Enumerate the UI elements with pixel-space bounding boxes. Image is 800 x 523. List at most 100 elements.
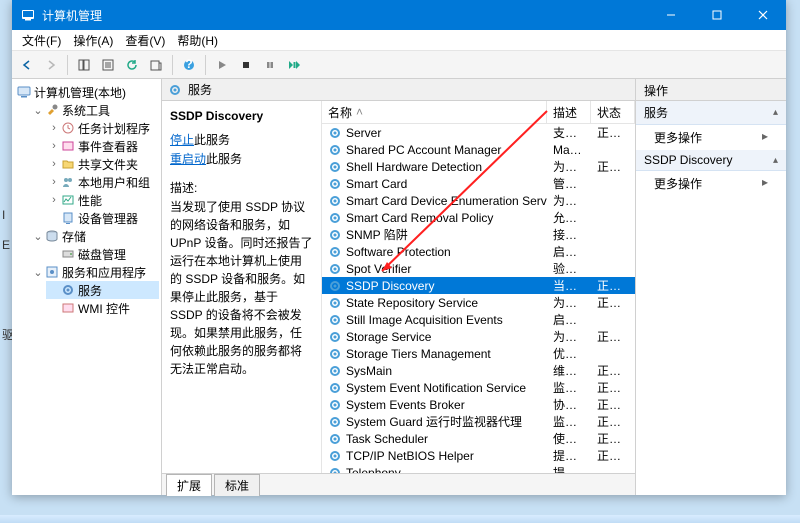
collapse-icon[interactable]: ⌄	[32, 266, 44, 279]
tree-disk-management[interactable]: 磁盘管理	[46, 245, 159, 263]
menu-help[interactable]: 帮助(H)	[171, 30, 224, 51]
service-row[interactable]: Software Protection启用...	[322, 243, 635, 260]
service-row[interactable]: Still Image Acquisition Events启动...	[322, 311, 635, 328]
service-detail-panel: SSDP Discovery 停止此服务 重启动此服务 描述: 当发现了使用 S…	[162, 101, 322, 473]
service-status-cell: 正在...	[591, 430, 635, 447]
stop-service-link[interactable]: 停止	[170, 133, 194, 147]
service-row[interactable]: SSDP Discovery当发...正在...	[322, 277, 635, 294]
tree-label: 性能	[78, 192, 102, 209]
refresh-button[interactable]	[121, 54, 143, 76]
service-row[interactable]: Server支持...正在...	[322, 124, 635, 141]
collapse-icon[interactable]: ⌄	[32, 230, 44, 243]
services-list[interactable]: Server支持...正在...Shared PC Account Manage…	[322, 124, 635, 473]
tree-storage[interactable]: ⌄存储	[30, 227, 159, 245]
menu-file[interactable]: 文件(F)	[16, 30, 67, 51]
tab-standard[interactable]: 标准	[214, 474, 260, 496]
service-name-label: State Repository Service	[346, 296, 478, 310]
actions-group-selected[interactable]: SSDP Discovery▴	[636, 150, 786, 171]
help-button[interactable]: ?	[178, 54, 200, 76]
service-row[interactable]: Smart Card Device Enumeration Service为给.…	[322, 192, 635, 209]
title-bar[interactable]: 计算机管理	[12, 0, 786, 30]
service-row[interactable]: System Event Notification Service监视...正在…	[322, 379, 635, 396]
start-service-button[interactable]	[211, 54, 233, 76]
actions-more-services[interactable]: 更多操作 ▸	[636, 125, 786, 150]
service-row[interactable]: Smart Card Removal Policy允许...	[322, 209, 635, 226]
expand-icon[interactable]: ›	[48, 194, 60, 206]
tree-root[interactable]: 计算机管理(本地)	[14, 83, 159, 101]
tree-services[interactable]: 服务	[46, 281, 159, 299]
tree-task-scheduler[interactable]: ›任务计划程序	[46, 119, 159, 137]
service-row[interactable]: SNMP 陷阱接收...	[322, 226, 635, 243]
restart-service-button[interactable]	[283, 54, 305, 76]
service-desc-cell: 为应...	[547, 294, 591, 311]
back-button[interactable]	[16, 54, 38, 76]
center-heading: 服务	[188, 81, 212, 98]
gear-icon	[328, 245, 342, 259]
service-row[interactable]: Shared PC Account ManagerMan...	[322, 141, 635, 158]
export-button[interactable]	[145, 54, 167, 76]
service-row[interactable]: State Repository Service为应...正在...	[322, 294, 635, 311]
gear-icon	[328, 313, 342, 327]
gear-icon	[328, 449, 342, 463]
expand-icon[interactable]: ›	[48, 158, 60, 170]
close-button[interactable]	[740, 0, 786, 30]
service-row[interactable]: Smart Card管理...	[322, 175, 635, 192]
tree-event-viewer[interactable]: ›事件查看器	[46, 137, 159, 155]
forward-button[interactable]	[40, 54, 62, 76]
taskbar-edge	[0, 515, 800, 523]
tree-services-apps[interactable]: ⌄服务和应用程序	[30, 263, 159, 281]
service-name-label: SSDP Discovery	[346, 279, 434, 293]
column-status[interactable]: 状态	[591, 101, 635, 123]
service-row[interactable]: Storage Tiers Management优化...	[322, 345, 635, 362]
menu-action[interactable]: 操作(A)	[67, 30, 119, 51]
service-row[interactable]: Task Scheduler使用...正在...	[322, 430, 635, 447]
tree-shared-folders[interactable]: ›共享文件夹	[46, 155, 159, 173]
service-row[interactable]: TCP/IP NetBIOS Helper提供...正在...	[322, 447, 635, 464]
gear-icon	[328, 296, 342, 310]
column-name[interactable]: 名称 ˄	[322, 101, 547, 123]
folder-icon	[60, 156, 76, 172]
gear-icon	[328, 398, 342, 412]
actions-more-selected[interactable]: 更多操作 ▸	[636, 171, 786, 196]
gear-icon	[60, 282, 76, 298]
collapse-icon[interactable]: ⌄	[32, 104, 44, 117]
service-row[interactable]: Spot Verifier验证...	[322, 260, 635, 277]
chevron-up-icon: ▴	[773, 107, 778, 118]
service-row[interactable]: SysMain维护...正在...	[322, 362, 635, 379]
expand-icon[interactable]: ›	[48, 140, 60, 152]
show-hide-tree-button[interactable]	[73, 54, 95, 76]
menu-view[interactable]: 查看(V)	[119, 30, 171, 51]
pause-service-button[interactable]	[259, 54, 281, 76]
service-desc-cell: 允许...	[547, 209, 591, 226]
restart-service-link[interactable]: 重启动	[170, 152, 206, 166]
service-row[interactable]: Storage Service为存...正在...	[322, 328, 635, 345]
navigation-tree[interactable]: 计算机管理(本地) ⌄系统工具 ›任务计划程序 ›事件查看器 ›共享文件夹 ›本…	[12, 79, 162, 495]
tree-label: 设备管理器	[78, 210, 138, 227]
tree-system-tools[interactable]: ⌄系统工具	[30, 101, 159, 119]
minimize-button[interactable]	[648, 0, 694, 30]
detail-service-name: SSDP Discovery	[170, 109, 313, 123]
tab-extended[interactable]: 扩展	[166, 474, 212, 496]
tree-wmi[interactable]: WMI 控件	[46, 299, 159, 317]
expand-icon[interactable]: ›	[48, 176, 60, 188]
service-desc-cell: 为存...	[547, 328, 591, 345]
list-header[interactable]: 名称 ˄ 描述 状态	[322, 101, 635, 124]
service-desc-cell: 管理...	[547, 175, 591, 192]
service-row[interactable]: Telephony提供...	[322, 464, 635, 473]
service-row[interactable]: System Guard 运行时监视器代理监视...正在...	[322, 413, 635, 430]
actions-group-services[interactable]: 服务▴	[636, 101, 786, 125]
gear-icon	[328, 126, 342, 140]
window-title: 计算机管理	[42, 7, 648, 24]
tree-device-manager[interactable]: 设备管理器	[46, 209, 159, 227]
service-row[interactable]: Shell Hardware Detection为自...正在...	[322, 158, 635, 175]
tree-performance[interactable]: › 性能	[46, 191, 159, 209]
gear-icon	[168, 83, 182, 97]
maximize-button[interactable]	[694, 0, 740, 30]
tree-local-users[interactable]: ›本地用户和组	[46, 173, 159, 191]
service-row[interactable]: System Events Broker协调...正在...	[322, 396, 635, 413]
column-description[interactable]: 描述	[547, 101, 591, 123]
expand-icon[interactable]: ›	[48, 122, 60, 134]
service-name-label: Spot Verifier	[346, 262, 411, 276]
stop-service-button[interactable]	[235, 54, 257, 76]
properties-button[interactable]	[97, 54, 119, 76]
